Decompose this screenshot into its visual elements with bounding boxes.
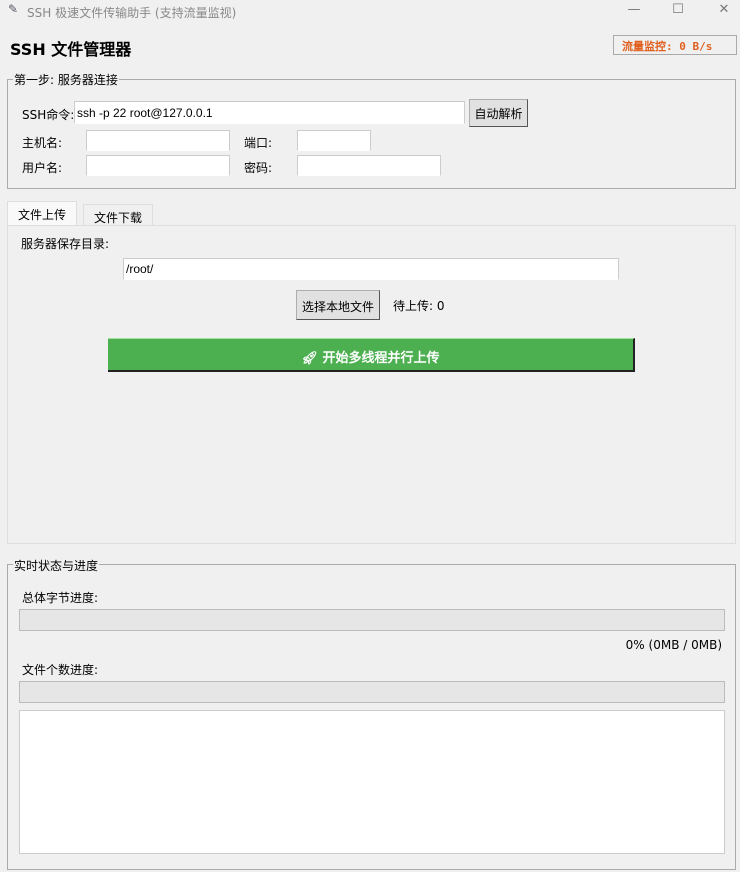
password-input[interactable] xyxy=(297,155,441,176)
ssh-label: SSH命令: xyxy=(22,108,75,122)
files-progress-bar xyxy=(19,681,725,703)
close-button[interactable]: ✕ xyxy=(714,2,734,17)
start-upload-label: 开始多线程并行上传 xyxy=(322,351,440,366)
bytes-progress-bar xyxy=(19,609,725,631)
host-label: 主机名: xyxy=(22,136,63,150)
window-title: SSH 极速文件传输助手 (支持流量监视) xyxy=(27,6,237,20)
page-title: SSH 文件管理器 xyxy=(10,40,132,59)
user-input[interactable] xyxy=(86,155,230,176)
port-input[interactable] xyxy=(297,130,371,151)
files-progress-label: 文件个数进度: xyxy=(22,663,99,677)
upload-panel: 服务器保存目录: 选择本地文件 待上传: 0 🚀︎ 开始多线程并行上传 xyxy=(7,225,736,544)
server-dir-input[interactable] xyxy=(123,258,619,280)
bytes-progress-text: 0% (0MB / 0MB) xyxy=(625,638,722,652)
rocket-icon: 🚀︎ xyxy=(301,351,323,366)
tab-download[interactable]: 文件下载 xyxy=(83,204,154,226)
status-legend: 实时状态与进度 xyxy=(13,557,100,574)
pending-count: 待上传: 0 xyxy=(393,299,445,313)
user-label: 用户名: xyxy=(22,161,63,175)
connection-group: 第一步: 服务器连接 SSH命令: 自动解析 主机名: 端口: 用户名: 密码: xyxy=(7,71,736,189)
tab-upload[interactable]: 文件上传 xyxy=(7,201,78,226)
choose-files-button[interactable]: 选择本地文件 xyxy=(296,290,380,320)
maximize-button[interactable]: ☐ xyxy=(668,2,688,17)
host-input[interactable] xyxy=(86,130,230,151)
dir-label: 服务器保存目录: xyxy=(21,237,110,251)
start-upload-button[interactable]: 🚀︎ 开始多线程并行上传 xyxy=(108,338,635,372)
port-label: 端口: xyxy=(244,136,273,150)
ssh-command-input[interactable] xyxy=(74,101,465,124)
connection-legend: 第一步: 服务器连接 xyxy=(13,71,119,88)
password-label: 密码: xyxy=(244,161,273,175)
traffic-monitor: 流量监控: 0 B/s xyxy=(613,35,737,55)
title-bar: ✎ SSH 极速文件传输助手 (支持流量监视) — ☐ ✕ xyxy=(0,0,740,22)
feather-icon: ✎ xyxy=(8,2,19,16)
auto-parse-button[interactable]: 自动解析 xyxy=(469,99,528,127)
minimize-button[interactable]: — xyxy=(624,2,644,17)
log-textarea[interactable] xyxy=(19,710,725,854)
bytes-progress-label: 总体字节进度: xyxy=(22,591,99,605)
